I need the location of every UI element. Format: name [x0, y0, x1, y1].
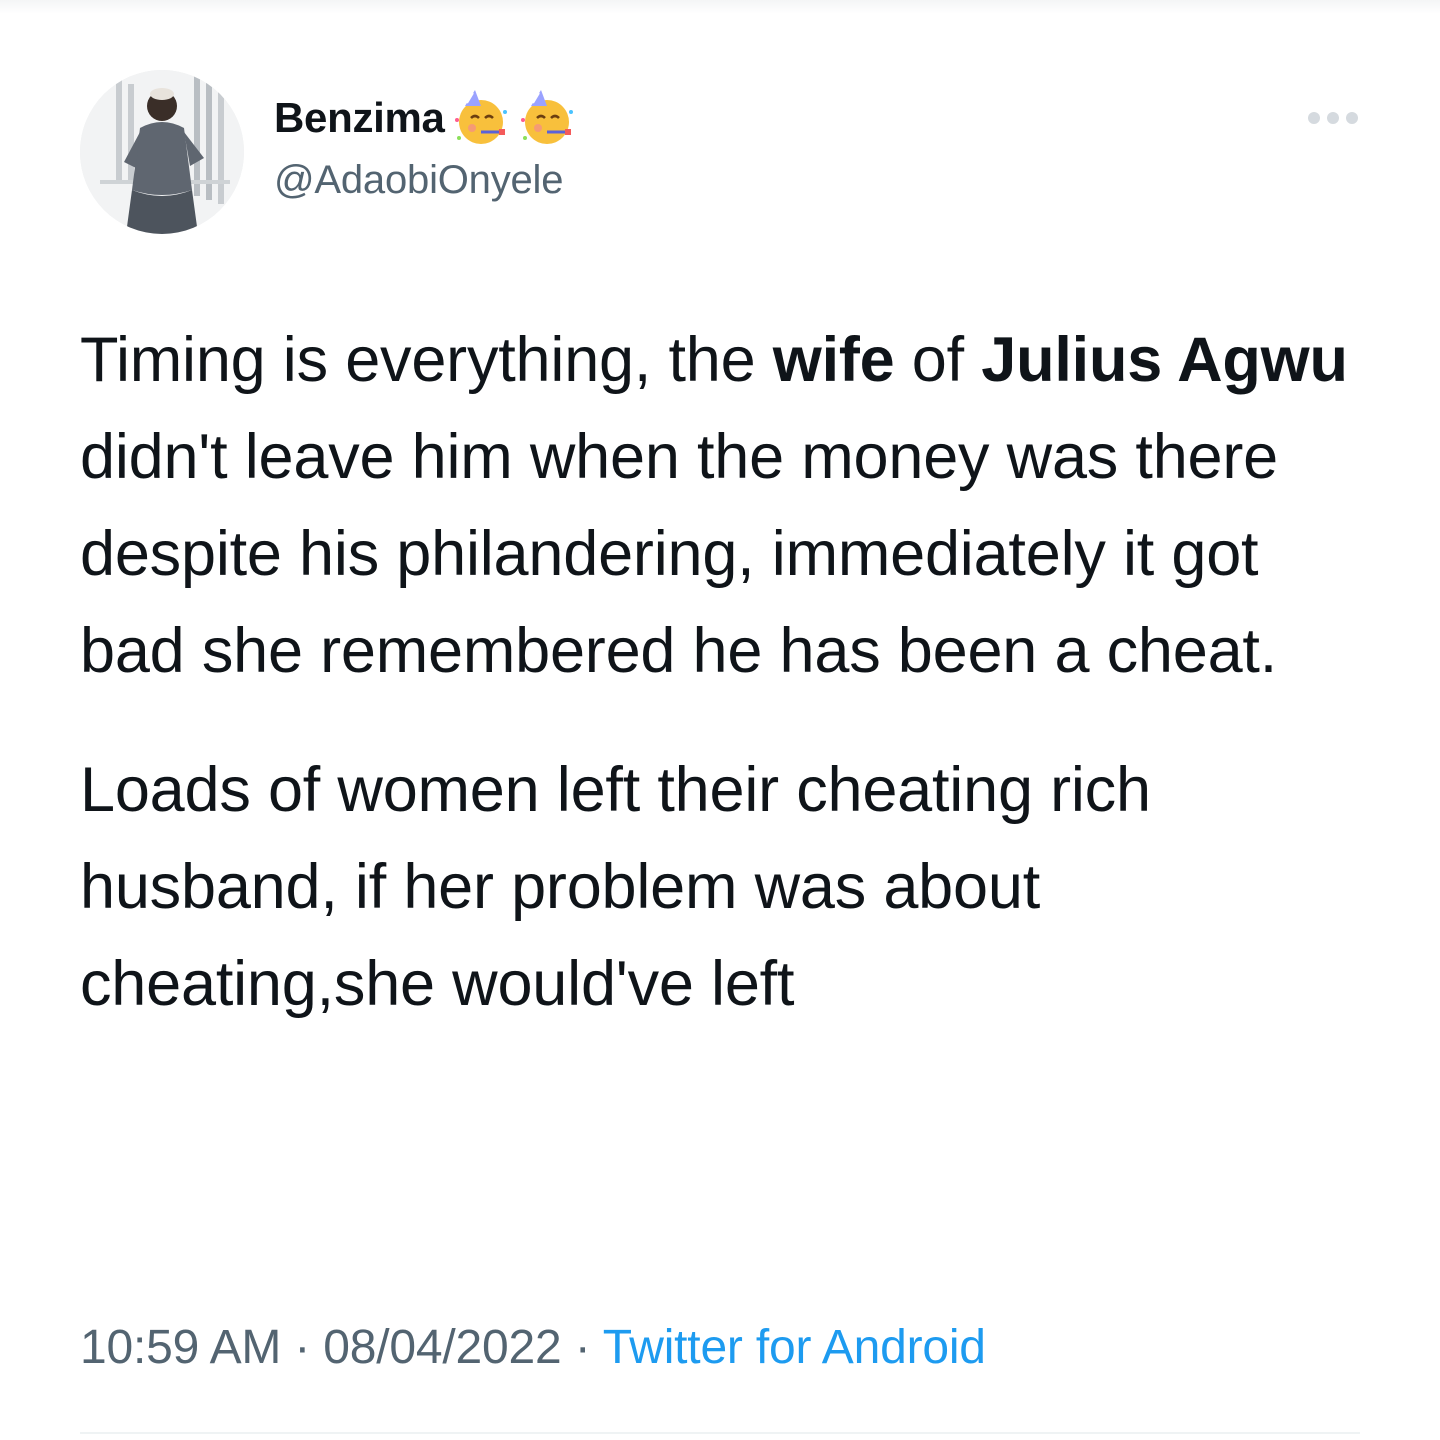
text-segment: of — [894, 325, 982, 395]
top-divider — [0, 0, 1440, 14]
partying-face-emoji-icon — [517, 88, 577, 148]
text-segment: Timing is everything, the — [80, 325, 773, 395]
partying-face-emoji-icon — [451, 88, 511, 148]
tweet-time[interactable]: 10:59 AM — [80, 1321, 281, 1374]
author-block: Benzima @AdaobiOnyele — [274, 86, 577, 203]
bold-text: wife — [772, 325, 895, 395]
meta-separator: · — [574, 1321, 591, 1374]
bottom-divider — [80, 1432, 1360, 1434]
more-options-icon[interactable] — [1308, 112, 1358, 124]
user-handle[interactable]: @AdaobiOnyele — [274, 158, 577, 203]
tweet-date[interactable]: 08/04/2022 — [323, 1321, 561, 1374]
display-name-row: Benzima — [274, 86, 577, 150]
profile-photo-icon — [80, 70, 244, 234]
meta-separator: · — [294, 1321, 311, 1374]
text-segment: didn't leave him when the money was ther… — [80, 422, 1278, 686]
tweet-source-link[interactable]: Twitter for Android — [603, 1321, 986, 1374]
bold-text: Julius Agwu — [981, 325, 1348, 395]
more-dot — [1346, 112, 1358, 124]
more-dot — [1308, 112, 1320, 124]
avatar[interactable] — [80, 70, 244, 234]
tweet-meta: 10:59 AM · 08/04/2022 · Twitter for Andr… — [80, 1320, 986, 1375]
more-dot — [1327, 112, 1339, 124]
tweet-text: Timing is everything, the wife of Julius… — [80, 312, 1370, 1033]
display-name[interactable]: Benzima — [274, 94, 445, 142]
tweet-header: Benzima @AdaobiOnyele — [80, 70, 1370, 235]
tweet-paragraph: Loads of women left their cheating rich … — [80, 755, 1151, 1019]
tweet-paragraph: Timing is everything, the wife of Julius… — [80, 312, 1370, 700]
